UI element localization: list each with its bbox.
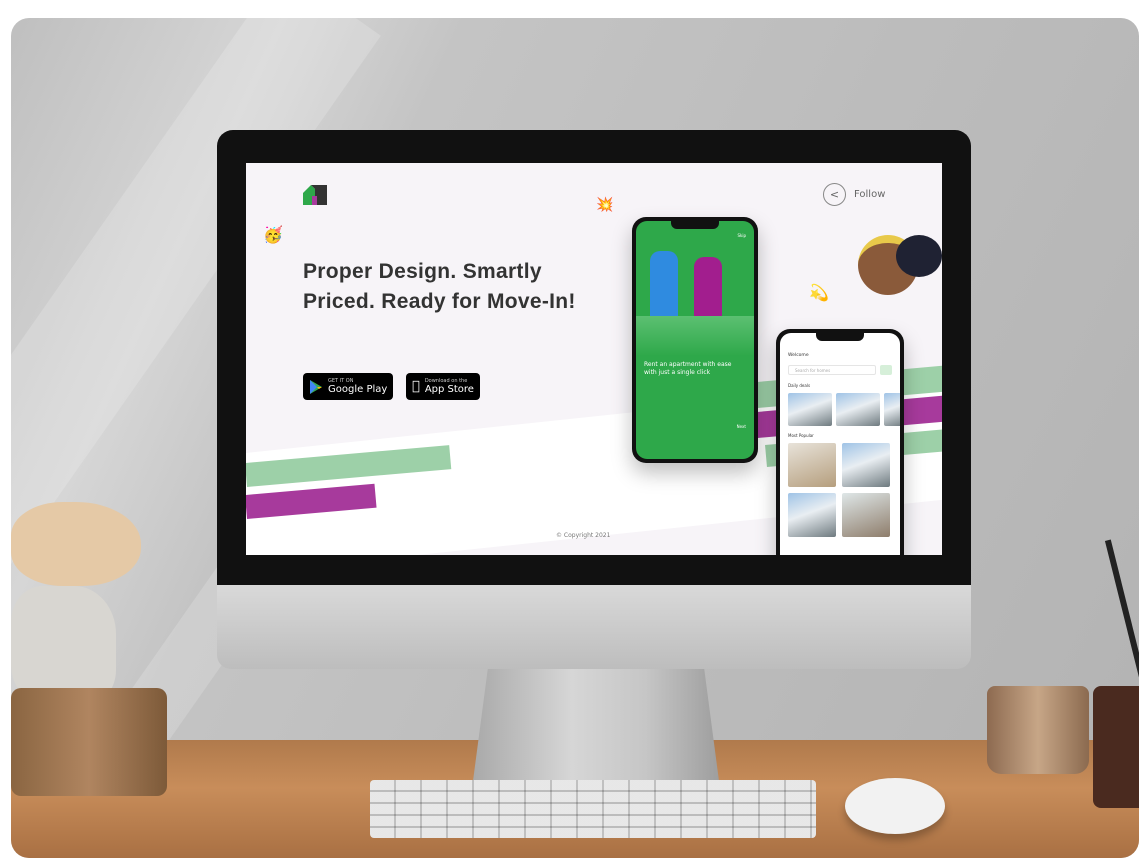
follow-label: Follow — [854, 189, 886, 200]
skip-link[interactable]: Skip — [737, 233, 746, 238]
wood-slice — [11, 688, 167, 796]
listing-card[interactable] — [788, 493, 836, 537]
listing-card[interactable] — [836, 393, 880, 426]
next-link[interactable]: Next — [737, 424, 746, 429]
wooden-cup — [987, 686, 1089, 774]
follow-button[interactable]: < Follow — [823, 183, 885, 206]
amber-jar — [1093, 686, 1139, 808]
app-store-label: App Store — [417, 384, 474, 395]
illustration-person — [650, 251, 678, 321]
google-play-icon — [310, 379, 322, 394]
phone-onboarding: Skip Rent an apartment with ease with ju… — [632, 217, 758, 463]
monitor-chin — [217, 585, 971, 669]
listing-card[interactable] — [788, 393, 832, 426]
party-emoji-icon: 🥳 — [263, 225, 283, 244]
avatar-hair — [896, 235, 942, 277]
listing-card[interactable] — [884, 393, 900, 426]
pen — [1104, 539, 1139, 687]
sparkle-emoji-icon: 💥 — [596, 197, 614, 213]
google-play-label: Google Play — [328, 384, 388, 395]
hero-headline: Proper Design. Smartly Priced. Ready for… — [303, 260, 576, 313]
share-icon: < — [823, 183, 846, 206]
mouse — [845, 778, 945, 834]
filter-button[interactable] — [880, 365, 892, 375]
monitor-stand — [473, 669, 719, 781]
listing-card[interactable] — [842, 493, 890, 537]
google-play-button[interactable]: GET IT ON Google Play — [303, 373, 394, 400]
copyright-text: © Copyright 2021 — [556, 532, 611, 539]
section-title: Most Popular — [788, 433, 814, 438]
star-emoji-icon: 💫 — [809, 283, 829, 302]
app-store-button[interactable]:  Download on theApp Store — [406, 373, 480, 400]
welcome-text: Welcome — [788, 353, 809, 358]
mockup-photo: 🥳 💥 💫 Proper Design. Smartly Priced. Rea… — [11, 18, 1139, 858]
onboarding-caption: Rent an apartment with ease with just a … — [644, 361, 732, 376]
illustration-person — [694, 257, 722, 321]
phone-home: Welcome Search for homes Daily deals Mos… — [776, 329, 904, 555]
section-title: Daily deals — [788, 383, 811, 388]
keyboard — [370, 780, 816, 838]
home-search-input[interactable]: Search for homes — [788, 365, 876, 375]
listing-card[interactable] — [842, 443, 890, 487]
apple-icon:  — [412, 379, 420, 394]
rock — [11, 502, 141, 586]
house-logo-icon[interactable] — [303, 185, 327, 205]
website-screen: 🥳 💥 💫 Proper Design. Smartly Priced. Rea… — [246, 163, 942, 555]
listing-card[interactable] — [788, 443, 836, 487]
